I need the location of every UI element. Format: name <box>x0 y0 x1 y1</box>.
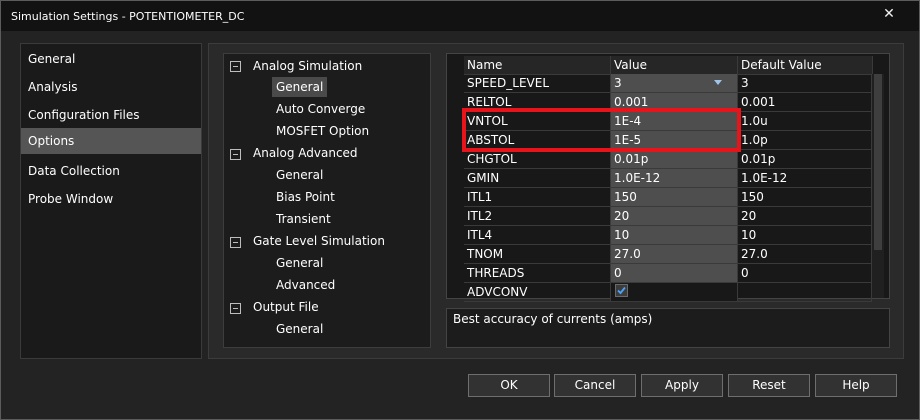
grid-cell-default: 3 <box>738 74 872 93</box>
grid-cell-default: 150 <box>738 188 872 207</box>
tree-item-analog-advanced-general[interactable]: General <box>276 165 323 185</box>
grid-cell-value[interactable]: 10 <box>611 226 738 245</box>
title-bar: Simulation Settings - POTENTIOMETER_DC ✕ <box>1 1 919 31</box>
column-header-name[interactable]: Name <box>464 56 611 75</box>
help-button[interactable]: Help <box>815 374 897 397</box>
grid-cell-name: TNOM <box>464 245 611 264</box>
tree-group-analog-simulation[interactable]: Analog Simulation <box>253 56 362 76</box>
grid-cell-default: 1.0u <box>738 112 872 131</box>
category-analysis[interactable]: Analysis <box>21 74 201 100</box>
collapse-icon[interactable] <box>230 149 241 160</box>
grid-cell-default: 27.0 <box>738 245 872 264</box>
window-title: Simulation Settings - POTENTIOMETER_DC <box>11 10 245 23</box>
close-icon[interactable]: ✕ <box>877 4 901 24</box>
grid-scrollbar[interactable] <box>872 74 884 298</box>
column-header-value[interactable]: Value <box>611 56 738 75</box>
grid-cell-name: GMIN <box>464 169 611 188</box>
grid-cell-value[interactable] <box>611 283 738 302</box>
category-general[interactable]: General <box>21 46 201 72</box>
grid-cell-default: 0.001 <box>738 93 872 112</box>
reset-button[interactable]: Reset <box>728 374 810 397</box>
ok-button[interactable]: OK <box>468 374 550 397</box>
grid-cell-name: THREADS <box>464 264 611 283</box>
cancel-button[interactable]: Cancel <box>554 374 636 397</box>
grid-cell-default: 0.01p <box>738 150 872 169</box>
collapse-icon[interactable] <box>230 61 241 72</box>
category-probe-window[interactable]: Probe Window <box>21 186 201 212</box>
options-tree: Analog Simulation General Auto Converge … <box>223 53 431 348</box>
tree-group-analog-advanced[interactable]: Analog Advanced <box>253 143 358 163</box>
tree-item-gate-level-general[interactable]: General <box>276 253 323 273</box>
tree-item-auto-converge[interactable]: Auto Converge <box>276 99 365 119</box>
grid-cell-name: ITL4 <box>464 226 611 245</box>
grid-cell-default: 0 <box>738 264 872 283</box>
grid-cell-default: 1.0E-12 <box>738 169 872 188</box>
advconv-checkbox[interactable] <box>615 284 628 297</box>
highlight-box <box>462 108 741 152</box>
option-description: Best accuracy of currents (amps) <box>446 308 890 348</box>
grid-cell-name: CHGTOL <box>464 150 611 169</box>
grid-cell-default: 1.0p <box>738 131 872 150</box>
category-options[interactable]: Options <box>21 128 201 154</box>
tree-item-analog-simulation-general[interactable]: General <box>272 77 328 97</box>
scrollbar-thumb[interactable] <box>874 74 882 250</box>
collapse-icon[interactable] <box>230 303 241 314</box>
collapse-icon[interactable] <box>230 237 241 248</box>
tree-item-transient[interactable]: Transient <box>276 209 331 229</box>
grid-cell-value[interactable]: 1.0E-12 <box>611 169 738 188</box>
grid-cell-value[interactable]: 27.0 <box>611 245 738 264</box>
grid-cell-name: ADVCONV <box>464 283 611 302</box>
tree-group-output-file[interactable]: Output File <box>253 297 319 317</box>
dropdown-arrow-icon[interactable] <box>714 80 722 85</box>
tree-group-gate-level-simulation[interactable]: Gate Level Simulation <box>253 231 385 251</box>
checkmark-icon <box>617 286 626 295</box>
category-data-collection[interactable]: Data Collection <box>21 158 201 184</box>
description-text: Best accuracy of currents (amps) <box>453 312 653 326</box>
apply-button[interactable]: Apply <box>641 374 723 397</box>
category-configuration-files[interactable]: Configuration Files <box>21 102 201 128</box>
grid-cell-name: ITL1 <box>464 188 611 207</box>
tree-item-gate-level-advanced[interactable]: Advanced <box>276 275 335 295</box>
grid-cell-value[interactable]: 0 <box>611 264 738 283</box>
grid-cell-default: 20 <box>738 207 872 226</box>
grid-cell-name: ITL2 <box>464 207 611 226</box>
grid-cell-name: SPEED_LEVEL <box>464 74 611 93</box>
column-header-default[interactable]: Default Value <box>738 56 873 75</box>
grid-cell-default: 10 <box>738 226 872 245</box>
tree-item-bias-point[interactable]: Bias Point <box>276 187 335 207</box>
category-list: General Analysis Configuration Files Opt… <box>20 43 202 359</box>
grid-cell-value[interactable]: 20 <box>611 207 738 226</box>
tree-item-output-file-general[interactable]: General <box>276 319 323 339</box>
grid-cell-value[interactable]: 0.01p <box>611 150 738 169</box>
tree-item-mosfet-option[interactable]: MOSFET Option <box>276 121 369 141</box>
grid-cell-default <box>738 283 872 302</box>
grid-cell-value[interactable]: 150 <box>611 188 738 207</box>
